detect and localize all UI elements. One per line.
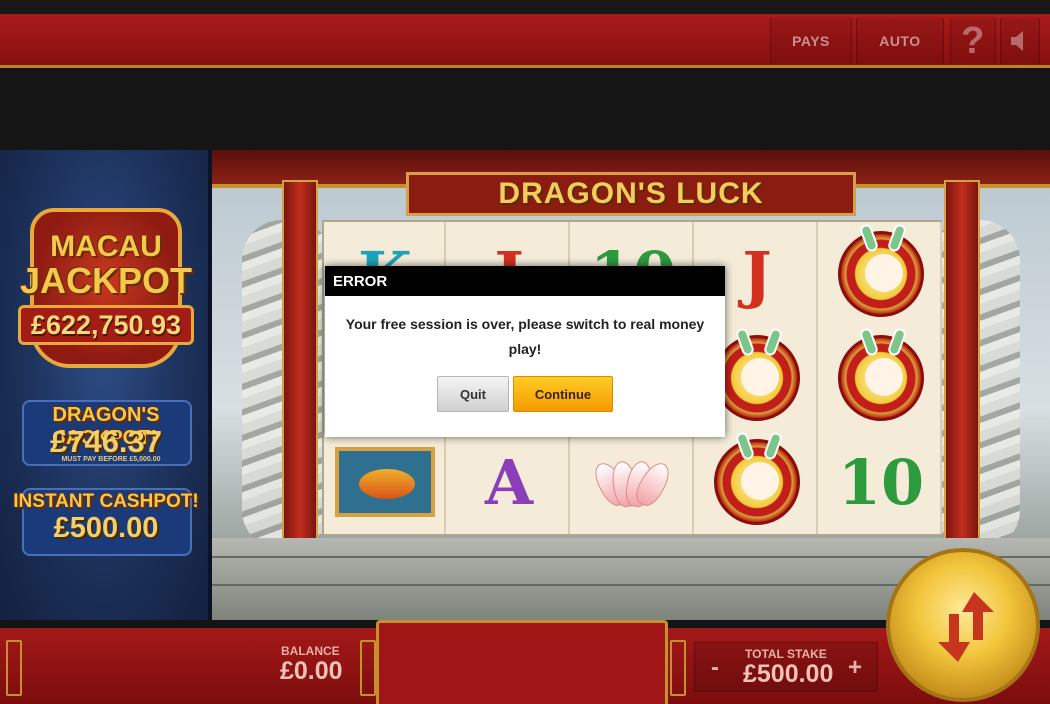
left-red-pillar (282, 180, 318, 560)
macau-title-line2: JACKPOT (19, 260, 193, 301)
reel-symbol-bunny (820, 222, 942, 326)
game-title: DRAGON'S LUCK (498, 177, 764, 210)
top-black-band (0, 70, 1050, 150)
spin-button[interactable] (886, 548, 1040, 702)
top-strip (0, 0, 1050, 14)
dragons-jackpot-note: MUST PAY BEFORE £5,000.00 (61, 456, 161, 463)
reel-symbol-lotus (572, 430, 694, 534)
right-red-pillar (944, 180, 980, 560)
fretwork-ornament (6, 640, 22, 696)
reel-symbol-koi (324, 430, 446, 534)
dragons-jackpot-amount: £746.37 (49, 424, 163, 459)
speaker-icon (1011, 31, 1023, 51)
reel-symbol-bunny (820, 326, 942, 430)
reel-symbol-bunny (696, 430, 818, 534)
top-bar: PAYS AUTO ? (0, 14, 1050, 68)
help-button[interactable]: ? (950, 18, 996, 64)
reel-symbol-10: 10 (820, 430, 942, 534)
game-screen: PAYS AUTO ? MACAU JACKPOT £622,750.93 DR… (0, 0, 1050, 704)
instant-cashpot-amount: £500.00 (53, 512, 159, 544)
stake-minus-button[interactable]: - (698, 652, 732, 684)
balance-value: £0.00 (280, 657, 343, 685)
bunny-symbol-icon (714, 430, 800, 525)
win-display (376, 620, 668, 704)
auto-button[interactable]: AUTO (856, 18, 944, 64)
stake-plus-button[interactable]: + (838, 652, 872, 684)
macau-title-line1: MACAU (50, 230, 162, 263)
fretwork-ornament (360, 640, 376, 696)
instant-cashpot-title: INSTANT CASHPOT! (13, 491, 199, 512)
error-dialog: ERROR Your free session is over, please … (325, 266, 725, 437)
letter-symbol-10: 10 (837, 445, 925, 519)
game-title-plate: DRAGON'S LUCK (406, 172, 856, 216)
bunny-symbol-icon (838, 222, 924, 317)
continue-button[interactable]: Continue (513, 376, 613, 412)
macau-jackpot-amount: £622,750.93 (18, 305, 194, 345)
pays-button[interactable]: PAYS (770, 18, 852, 64)
fretwork-ornament (670, 640, 686, 696)
koi-fish-symbol-icon (335, 447, 435, 517)
total-stake-value: £500.00 (743, 660, 834, 688)
bunny-symbol-icon (714, 326, 800, 421)
total-stake-label: TOTAL STAKE (745, 647, 827, 661)
balance-label: BALANCE (281, 644, 340, 658)
lotus-symbol-icon (589, 457, 675, 510)
spin-arrows-icon (938, 592, 994, 662)
letter-symbol-A: A (484, 445, 534, 519)
jackpot-panel: MACAU JACKPOT £622,750.93 DRAGON'S JACKP… (0, 150, 212, 620)
letter-symbol-J: J (742, 237, 772, 311)
reel-symbol-A: A (448, 430, 570, 534)
quit-button[interactable]: Quit (437, 376, 509, 412)
bunny-symbol-icon (838, 326, 924, 421)
sound-button[interactable] (1000, 18, 1040, 64)
error-dialog-title: ERROR (325, 266, 725, 296)
error-dialog-message: Your free session is over, please switch… (345, 316, 705, 357)
reel-5: 10 (820, 222, 942, 534)
